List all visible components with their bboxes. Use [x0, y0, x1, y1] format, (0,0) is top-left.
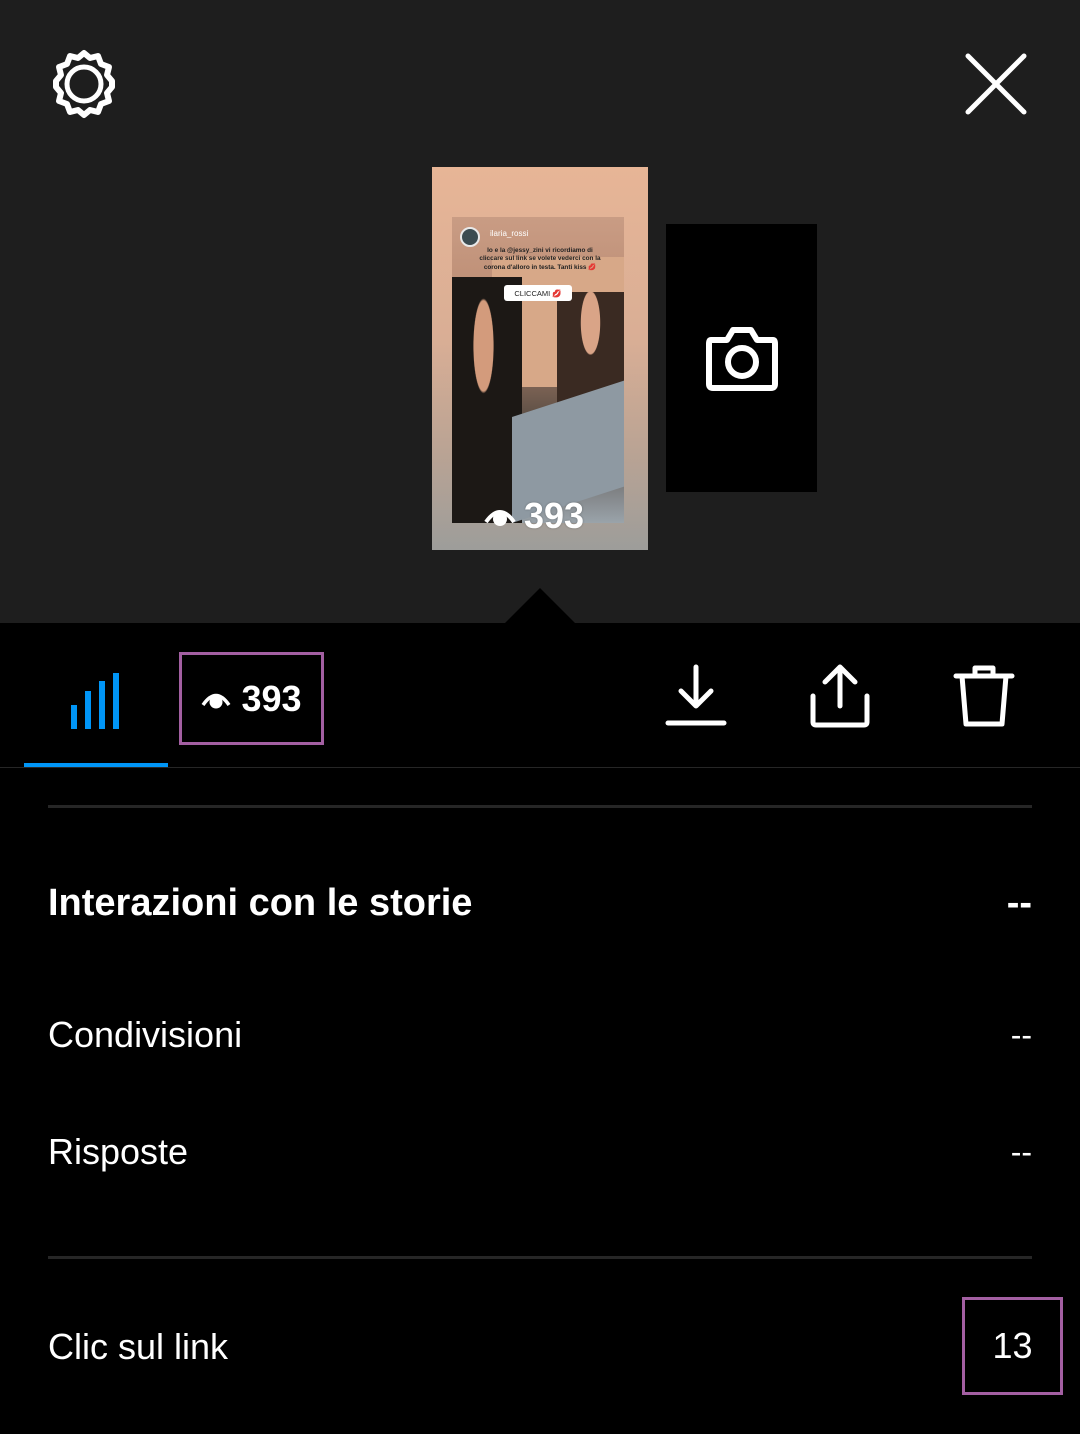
trash-icon	[953, 665, 1015, 727]
story-views-count: 393	[524, 495, 585, 536]
replies-value: --	[1010, 1134, 1032, 1170]
story-caption: Io e la @jessy_zini vi ricordiamo di cli…	[479, 247, 601, 271]
link-sticker: CLICCAMI 💋	[504, 285, 572, 301]
link-clicks-value-highlight: 13	[962, 1297, 1063, 1395]
toolbar-divider	[0, 767, 1080, 768]
story-views-overlay: 393	[484, 495, 584, 537]
section-divider	[48, 805, 1032, 808]
download-button[interactable]	[660, 655, 732, 735]
story-avatar	[460, 227, 480, 247]
bar-chart-icon	[71, 673, 119, 729]
settings-button[interactable]	[44, 44, 124, 124]
section-divider	[48, 1256, 1032, 1259]
add-story-tile[interactable]	[666, 224, 817, 492]
gear-icon	[53, 50, 115, 118]
share-button[interactable]	[804, 655, 876, 735]
tab-viewers[interactable]: 393	[179, 652, 324, 745]
interactions-title: Interazioni con le storie	[48, 882, 473, 924]
shares-label: Condivisioni	[48, 1014, 243, 1055]
link-clicks-value: 13	[992, 1325, 1033, 1366]
close-button[interactable]	[956, 44, 1036, 124]
tab-insights[interactable]	[24, 640, 168, 762]
viewers-count: 393	[241, 677, 302, 719]
interactions-total: --	[1006, 882, 1032, 924]
close-icon	[965, 53, 1027, 115]
eye-icon	[202, 693, 231, 708]
download-icon	[665, 664, 727, 726]
story-username: ilaria_rossi	[490, 229, 529, 238]
eye-icon	[484, 510, 516, 526]
share-icon	[810, 664, 870, 728]
link-clicks-label: Clic sul link	[48, 1326, 229, 1367]
replies-label: Risposte	[48, 1131, 189, 1172]
delete-button[interactable]	[948, 655, 1020, 735]
shares-value: --	[1010, 1017, 1032, 1053]
story-photo: ilaria_rossi Io e la @jessy_zini vi rico…	[452, 217, 624, 523]
link-sticker-label: CLICCAMI 💋	[514, 288, 562, 298]
camera-icon	[705, 327, 778, 391]
story-thumbnail[interactable]: ilaria_rossi Io e la @jessy_zini vi rico…	[432, 167, 648, 550]
active-tab-indicator	[24, 763, 168, 767]
selection-pointer	[505, 588, 575, 623]
